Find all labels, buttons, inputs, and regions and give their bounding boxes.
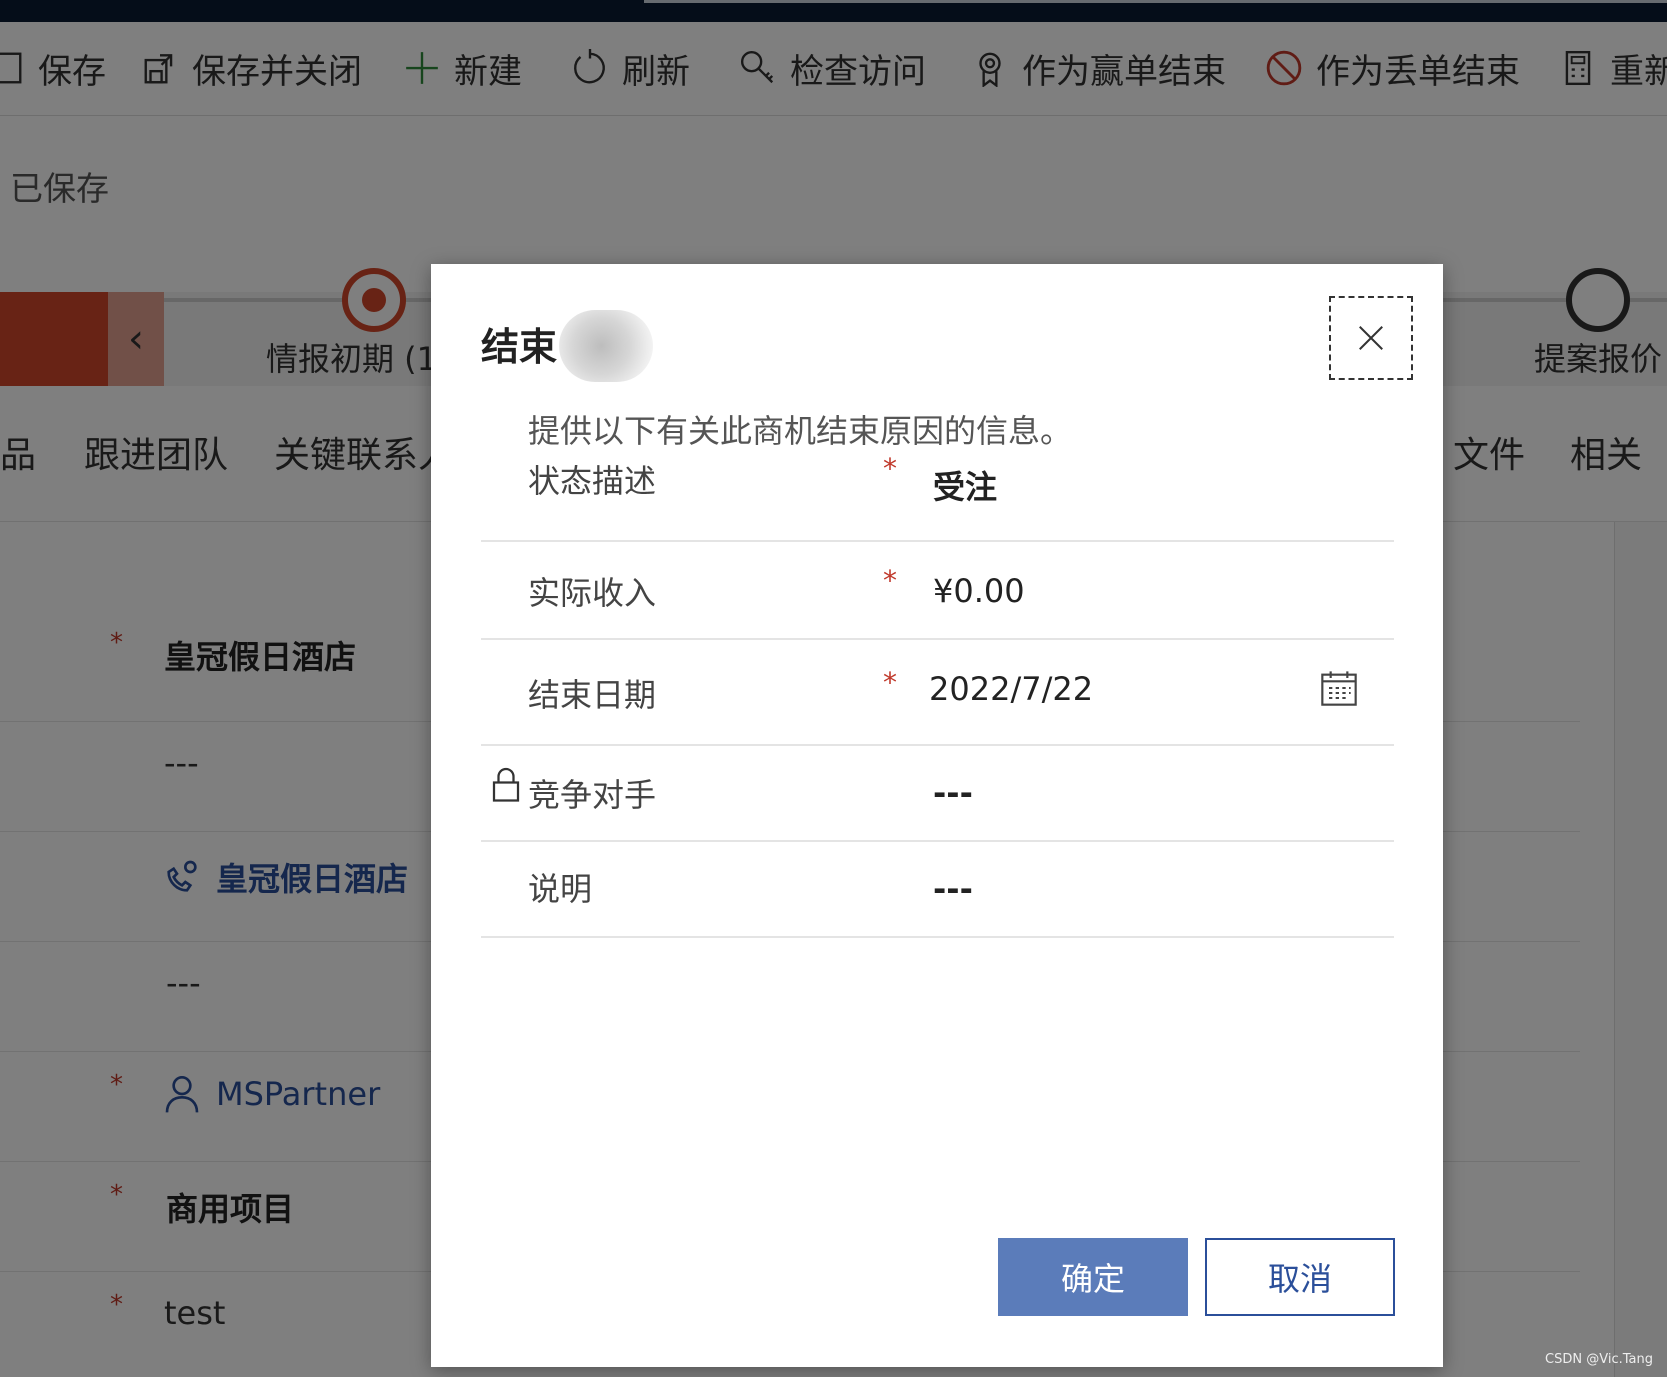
description-row: 说明 --- xyxy=(481,842,1394,938)
description-input[interactable]: --- xyxy=(933,870,973,908)
calendar-icon[interactable] xyxy=(1319,668,1359,708)
actual-revenue-row: 实际收入 * ¥0.00 xyxy=(481,542,1394,640)
required-mark: * xyxy=(883,452,897,485)
required-mark: * xyxy=(883,564,897,597)
status-description-select[interactable]: 受注 xyxy=(933,462,997,508)
status-description-label: 状态描述 xyxy=(528,462,657,500)
lock-icon xyxy=(492,767,520,802)
ok-button[interactable]: 确定 xyxy=(998,1238,1188,1316)
status-description-row: 状态描述 * 受注 xyxy=(481,444,1394,542)
close-icon xyxy=(1359,326,1383,350)
watermark: CSDN @Vic.Tang xyxy=(1545,1352,1653,1367)
cancel-button[interactable]: 取消 xyxy=(1205,1238,1395,1316)
required-mark: * xyxy=(883,666,897,699)
close-date-row: 结束日期 * 2022/7/22 xyxy=(481,640,1394,746)
actual-revenue-label: 实际收入 xyxy=(528,574,657,612)
competitor-row: 竞争对手 --- xyxy=(481,746,1394,842)
dialog-title: 结束 xyxy=(481,325,558,369)
close-date-label: 结束日期 xyxy=(528,676,657,714)
close-opportunity-dialog: 结束 提供以下有关此商机结束原因的信息。 状态描述 * 受注 实际收入 * ¥0… xyxy=(431,264,1443,1367)
competitor-value: --- xyxy=(933,774,973,812)
close-button[interactable] xyxy=(1329,296,1413,380)
redacted-title-blur xyxy=(559,310,653,382)
close-date-input[interactable]: 2022/7/22 xyxy=(929,670,1093,708)
description-label: 说明 xyxy=(528,870,593,908)
actual-revenue-input[interactable]: ¥0.00 xyxy=(933,572,1025,610)
competitor-label: 竞争对手 xyxy=(528,776,657,814)
